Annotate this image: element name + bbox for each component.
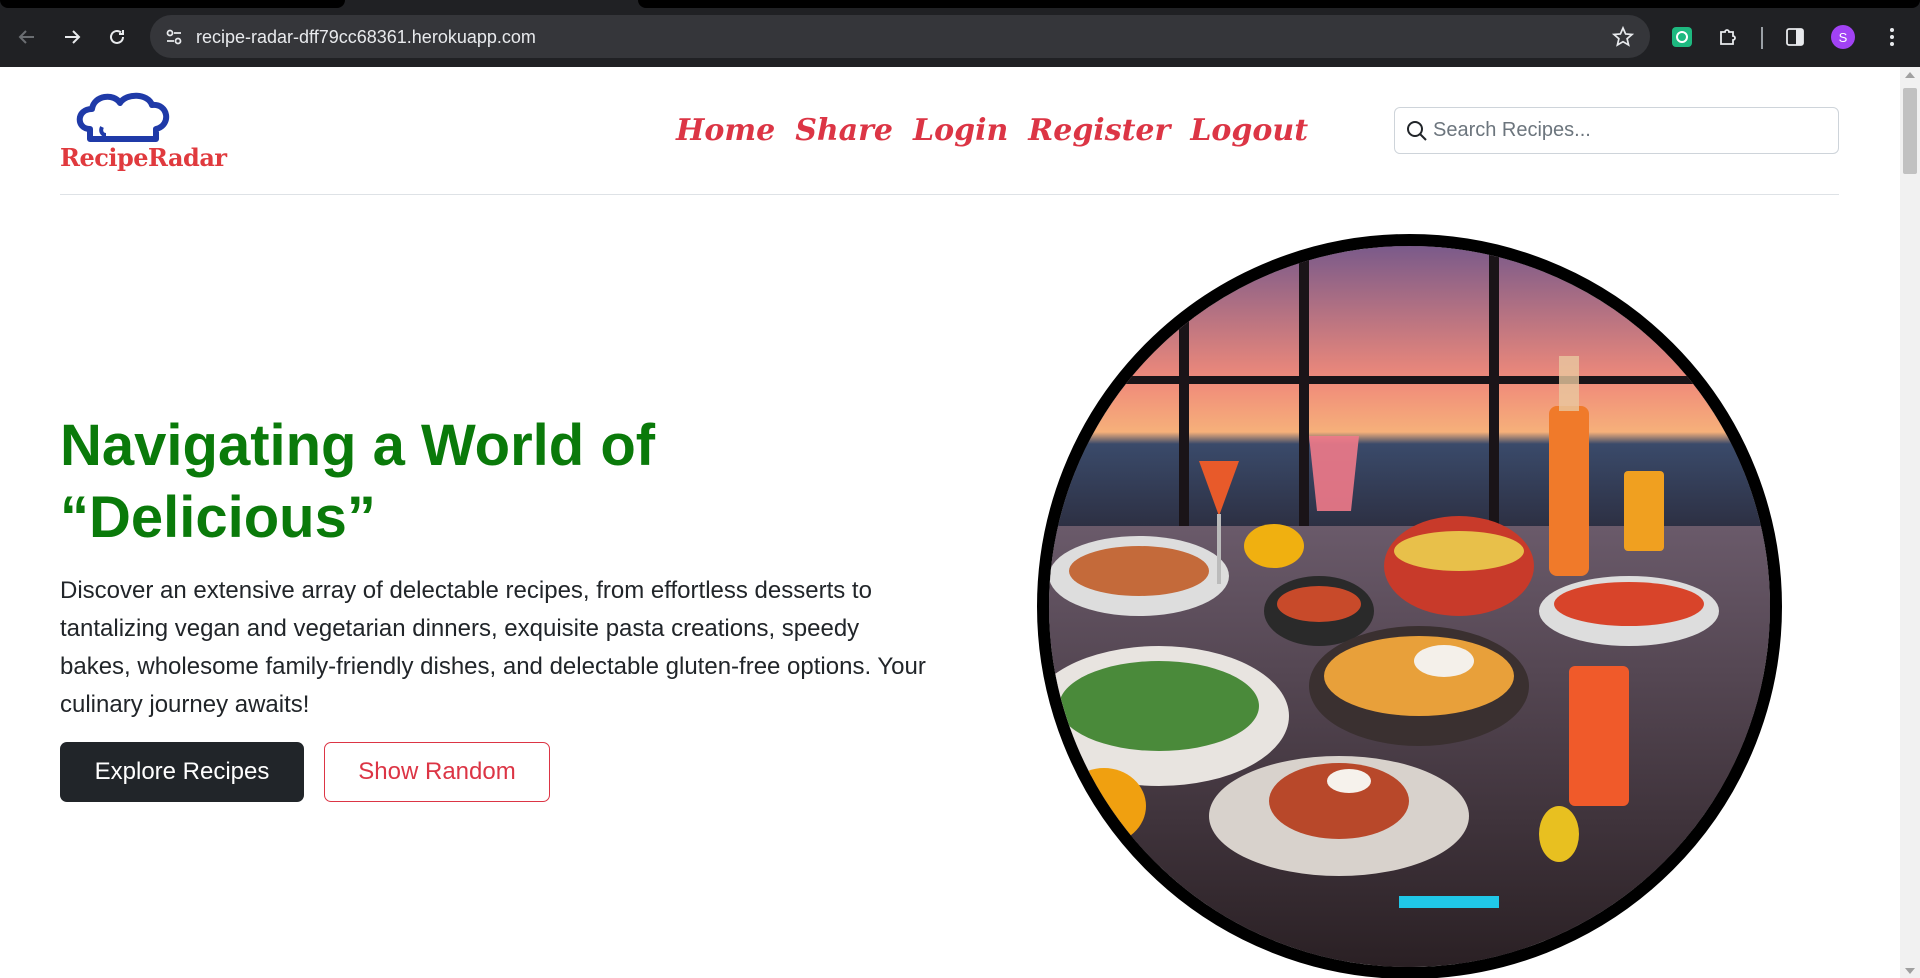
- logo-text[interactable]: RecipeRadar: [60, 143, 227, 172]
- forward-button[interactable]: [57, 22, 87, 52]
- side-panel-icon[interactable]: [1782, 24, 1808, 50]
- tab-strip-edge: [0, 0, 345, 8]
- scroll-thumb[interactable]: [1903, 88, 1917, 174]
- site-settings-icon[interactable]: [164, 27, 184, 47]
- hero-title: Navigating a World of “Delicious”: [60, 410, 960, 554]
- explore-recipes-button[interactable]: Explore Recipes: [60, 742, 304, 802]
- nav-home[interactable]: Home: [676, 113, 775, 148]
- hero-food-image: [1037, 234, 1782, 978]
- puzzle-extensions-icon[interactable]: [1715, 24, 1741, 50]
- profile-avatar[interactable]: S: [1831, 25, 1855, 49]
- url-text[interactable]: recipe-radar-dff79cc68361.herokuapp.com: [196, 27, 536, 48]
- search-box: [1394, 107, 1839, 154]
- scroll-up-icon[interactable]: [1905, 72, 1915, 78]
- tab-strip-edge: [638, 0, 1920, 8]
- arrow-left-icon: [18, 30, 34, 44]
- scroll-down-icon[interactable]: [1905, 968, 1915, 974]
- back-button[interactable]: [12, 22, 42, 52]
- reload-button[interactable]: [102, 22, 132, 52]
- hero-title-line2: “Delicious”: [60, 485, 376, 550]
- main-nav: Home Share Login Register Logout: [676, 113, 1308, 148]
- nav-logout[interactable]: Logout: [1190, 113, 1308, 148]
- chef-hat-logo-icon[interactable]: [60, 87, 250, 187]
- browser-toolbar: recipe-radar-dff79cc68361.herokuapp.com …: [0, 0, 1920, 67]
- extension-icon[interactable]: [1669, 24, 1695, 50]
- page-content: RecipeRadar Home Share Login Register Lo…: [0, 67, 1900, 978]
- food-table-illustration: [1049, 246, 1770, 967]
- nav-share[interactable]: Share: [795, 113, 893, 148]
- show-random-button[interactable]: Show Random: [324, 742, 550, 802]
- search-icon: [1407, 121, 1427, 141]
- kebab-menu-icon[interactable]: [1879, 24, 1905, 50]
- search-input[interactable]: [1433, 108, 1828, 153]
- bookmark-star-icon[interactable]: [1612, 26, 1634, 48]
- nav-register[interactable]: Register: [1028, 113, 1170, 148]
- hero-description: Discover an extensive array of delectabl…: [60, 577, 926, 718]
- nav-login[interactable]: Login: [913, 113, 1008, 148]
- header-divider: [60, 194, 1839, 195]
- reload-icon: [110, 29, 124, 44]
- toolbar-divider: [1761, 27, 1763, 49]
- hero-title-line1: Navigating a World of: [60, 413, 656, 478]
- page-scrollbar[interactable]: [1900, 67, 1920, 978]
- arrow-right-icon: [65, 30, 81, 44]
